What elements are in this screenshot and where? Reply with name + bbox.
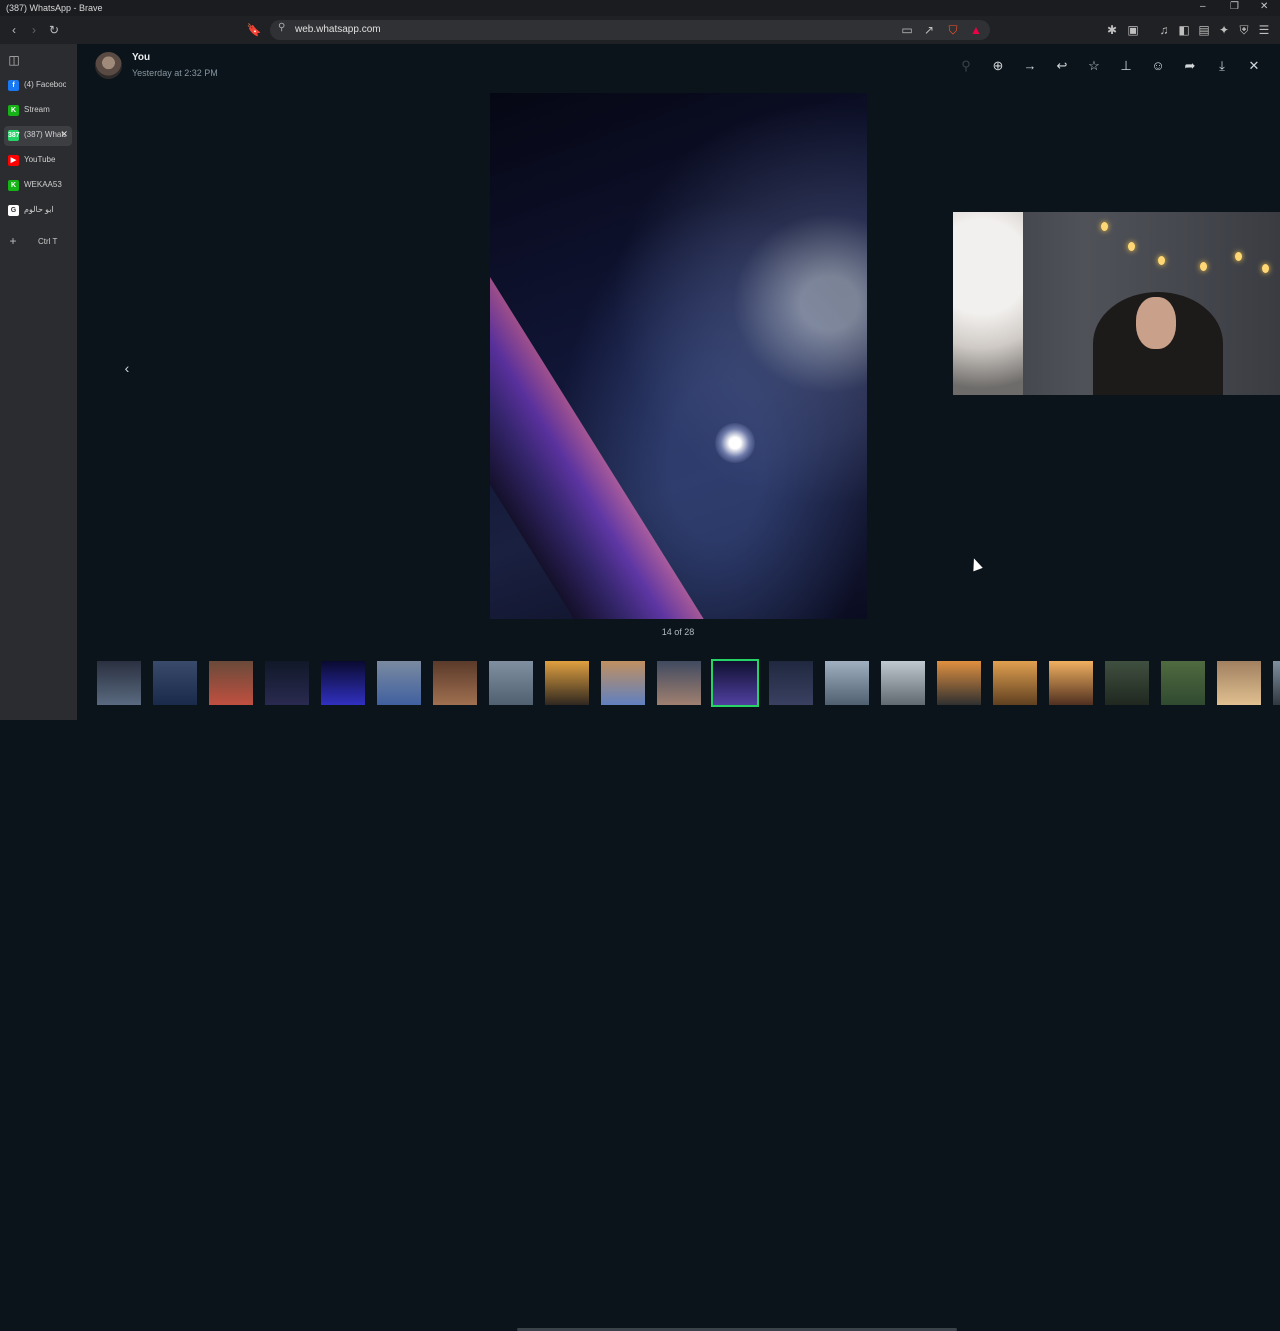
filmstrip-thumb[interactable] (209, 661, 253, 705)
sidebar-toggle-icon[interactable]: ◧ (1176, 22, 1192, 38)
string-light (1235, 252, 1242, 261)
filmstrip-thumb[interactable] (1217, 661, 1261, 705)
webcam-flowers (953, 212, 1023, 395)
string-light (1128, 242, 1135, 251)
filmstrip-thumb[interactable] (825, 661, 869, 705)
site-info-icon[interactable]: ⚲ (278, 22, 285, 33)
tab-label: Stream (24, 105, 50, 114)
tab-item[interactable]: f (4) Facebook (4, 76, 72, 96)
cast-icon[interactable]: ▭ (899, 22, 915, 38)
tab-favicon: K (8, 105, 19, 116)
back-icon[interactable]: ‹ (6, 22, 22, 38)
media-viewer: You Yesterday at 2:32 PM ⚲ ⊕ → ↩ ☆ ⊥ ☺ ➦… (77, 44, 1280, 1331)
tab-item[interactable]: G ابو حالوم (4, 201, 72, 221)
filmstrip-thumb[interactable] (769, 661, 813, 705)
menu-icon[interactable]: ☰ (1256, 22, 1272, 38)
forward-nav-icon[interactable]: › (26, 22, 42, 38)
url-text: web.whatsapp.com (295, 24, 381, 35)
filmstrip-thumb-selected[interactable] (711, 659, 759, 707)
window-titlebar: (387) WhatsApp - Brave – ❐ ✕ (0, 0, 1280, 16)
pin-icon[interactable]: ⊥ (1117, 57, 1135, 75)
filmstrip-thumb[interactable] (153, 661, 197, 705)
extensions-icon[interactable]: ✱ (1104, 22, 1120, 38)
brave-shields-icon[interactable]: ⛉ (945, 22, 961, 38)
previous-media-button[interactable]: ‹ (115, 356, 139, 380)
tab-favicon: K (8, 180, 19, 191)
tab-search-icon[interactable]: ▣ (1125, 22, 1141, 38)
leo-icon[interactable]: ✦ (1216, 22, 1232, 38)
tab-label: WEKAA53 (24, 180, 62, 189)
filmstrip-thumb[interactable] (321, 661, 365, 705)
string-light (1200, 262, 1207, 271)
filmstrip-thumb[interactable] (1273, 661, 1280, 705)
tab-favicon: ▶ (8, 155, 19, 166)
media-photo (490, 93, 867, 619)
sidebar-panel-icon[interactable]: ◫ (6, 52, 22, 68)
filmstrip-thumb[interactable] (265, 661, 309, 705)
share-icon[interactable]: ↗ (921, 22, 937, 38)
tab-label: YouTube (24, 155, 56, 164)
close-window-icon[interactable]: ✕ (1260, 1, 1268, 12)
close-tab-icon[interactable]: ✕ (60, 129, 68, 140)
tab-favicon: f (8, 80, 19, 91)
filmstrip-thumb[interactable] (881, 661, 925, 705)
reload-icon[interactable]: ↻ (46, 22, 62, 38)
filmstrip-thumb[interactable] (97, 661, 141, 705)
star-icon[interactable]: ☆ (1085, 57, 1103, 75)
string-light (1158, 256, 1165, 265)
filmstrip-thumb[interactable] (937, 661, 981, 705)
media-filmstrip (77, 656, 1280, 1331)
photo-spotlight (715, 423, 755, 463)
new-tab-icon[interactable]: + (5, 233, 21, 249)
tab-label: ابو حالوم (24, 205, 54, 214)
filmstrip-thumb[interactable] (545, 661, 589, 705)
new-tab-shortcut: Ctrl T (38, 237, 58, 246)
photo-lit-stairs (490, 213, 726, 619)
forward-icon[interactable]: ➦ (1181, 57, 1199, 75)
string-light (1101, 222, 1108, 231)
bookmark-icon[interactable]: 🔖 (246, 22, 262, 38)
tab-label: (4) Facebook (24, 80, 66, 89)
sent-timestamp: Yesterday at 2:32 PM (132, 68, 218, 78)
filmstrip-thumb[interactable] (1049, 661, 1093, 705)
vertical-tab-sidebar: ◫ f (4) Facebook K Stream 387(387) WhatsApp✕… (0, 44, 77, 720)
media-counter: 14 of 28 (661, 627, 695, 637)
download-icon[interactable]: ⤓ (1213, 57, 1231, 75)
minimize-icon[interactable]: – (1200, 1, 1206, 12)
tab-item[interactable]: K Stream (4, 101, 72, 121)
webcam-overlay (953, 212, 1280, 395)
window-title: (387) WhatsApp - Brave (6, 3, 103, 13)
string-light (1262, 264, 1269, 273)
tab-item[interactable]: ▶ YouTube (4, 151, 72, 171)
filmstrip-thumb[interactable] (489, 661, 533, 705)
filmstrip-thumb[interactable] (657, 661, 701, 705)
filmstrip-thumb[interactable] (601, 661, 645, 705)
zoom-in-icon[interactable]: ⊕ (989, 57, 1007, 75)
tab-item[interactable]: K WEKAA53 (4, 176, 72, 196)
brave-rewards-icon[interactable]: ▲ (968, 22, 984, 38)
tab-item[interactable]: 387(387) WhatsApp✕ (4, 126, 72, 146)
filmstrip-thumb[interactable] (433, 661, 477, 705)
restore-icon[interactable]: ❐ (1230, 1, 1239, 12)
zoom-out-icon: ⚲ (961, 58, 971, 73)
go-to-message-icon[interactable]: → (1021, 57, 1039, 75)
sender-name: You (132, 52, 151, 63)
react-emoji-icon[interactable]: ☺ (1149, 57, 1167, 75)
filmstrip-thumb[interactable] (1105, 661, 1149, 705)
vpn-icon[interactable]: ⛨ (1236, 22, 1252, 38)
filmstrip-thumb[interactable] (993, 661, 1037, 705)
filmstrip-thumb[interactable] (1161, 661, 1205, 705)
filmstrip-thumb[interactable] (377, 661, 421, 705)
webcam-face (1136, 297, 1176, 349)
close-icon[interactable]: ✕ (1245, 57, 1263, 75)
avatar[interactable] (95, 52, 122, 79)
address-bar[interactable]: ⚲ web.whatsapp.com (270, 20, 990, 40)
wallet-icon[interactable]: ▤ (1196, 22, 1212, 38)
reply-icon[interactable]: ↩ (1053, 57, 1071, 75)
browser-toolbar: ‹ › ↻ 🔖 ⚲ web.whatsapp.com ▭ ↗ ⛉ ▲ ✱ ▣ ♫… (0, 16, 1280, 44)
tab-favicon: G (8, 205, 19, 216)
media-icon[interactable]: ♫ (1156, 22, 1172, 38)
tab-favicon: 387 (8, 130, 20, 141)
